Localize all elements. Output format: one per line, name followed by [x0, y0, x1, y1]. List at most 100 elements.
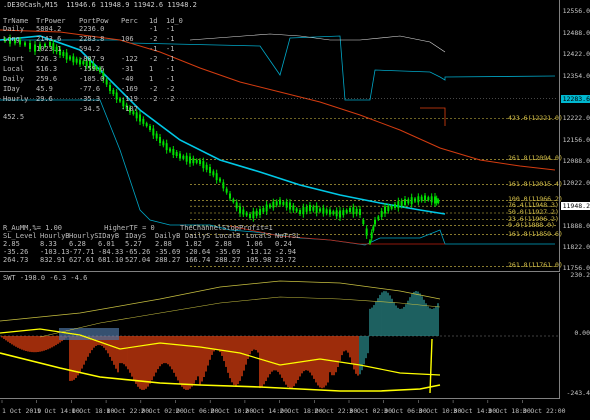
sub-axis: 230.2 0.00 -243.4 — [560, 271, 590, 399]
params-header: DailyB — [155, 232, 181, 240]
candle-body — [380, 211, 383, 217]
stats-cell: 726.3 — [36, 55, 58, 63]
params-cell: -65.26 — [125, 248, 151, 256]
candle-body — [352, 207, 355, 215]
sub-axis-label: 230.2 — [570, 271, 590, 279]
candle-body — [365, 228, 368, 236]
price-tick-label: 11888.0 — [562, 221, 590, 230]
candle-body — [394, 204, 396, 208]
params-cell: 166.74 — [185, 256, 211, 264]
params-cell: -2.94 — [275, 248, 297, 256]
candle-body — [209, 167, 211, 173]
params-cell: 105.98 — [246, 256, 272, 264]
candle-body — [414, 198, 416, 202]
params-cell: -77.71 — [69, 248, 95, 256]
candle-body — [195, 159, 198, 163]
candle-body — [242, 209, 245, 215]
params-cell: 2.85 — [3, 240, 20, 248]
candle-body — [165, 143, 168, 151]
candle-body — [142, 118, 145, 124]
candle-body — [262, 208, 265, 212]
fib-level-tag: 161.8(11859.6) — [508, 229, 563, 238]
candle-body — [152, 128, 155, 136]
stats-cell: Long — [3, 35, 20, 43]
candle-body — [289, 202, 291, 210]
candle-body — [135, 112, 138, 119]
params-cell: 5.27 — [125, 240, 142, 248]
stats-cell: 45.9 — [36, 85, 53, 93]
params-cell: 6.01 — [98, 240, 115, 248]
candle-body — [199, 160, 201, 164]
stats-cell: 2143.6 — [36, 35, 62, 43]
candle-body — [62, 52, 65, 56]
stats-cell: -77.6 — [79, 85, 101, 93]
candle-body — [342, 210, 345, 216]
candle-body — [75, 58, 78, 63]
col-header: TrPower — [36, 17, 66, 25]
price-tick-label: 12222.0 — [562, 114, 590, 123]
candle-body — [139, 114, 141, 122]
params-cell: 23.72 — [275, 256, 297, 264]
price-tick-label: 12354.0 — [562, 71, 590, 80]
candle-body — [319, 208, 321, 212]
candle-body — [185, 155, 188, 162]
stats-cell: 106 — [121, 35, 134, 43]
params-cell: -20.64 — [185, 248, 211, 256]
params-cell: 832.91 — [40, 256, 66, 264]
candle-body — [299, 210, 301, 214]
candle-body — [369, 240, 371, 244]
candle-body — [202, 161, 205, 169]
params-cell: -84.33 — [98, 248, 124, 256]
candle-body — [335, 210, 338, 217]
params-cell: 8.33 — [40, 240, 57, 248]
candle-body — [315, 205, 318, 213]
candle-body — [390, 205, 393, 209]
stats-cell: -40 — [121, 75, 134, 83]
params-header: LocalS — [246, 232, 272, 240]
price-tick-label: 11822.0 — [562, 242, 590, 251]
stats-cell: -2 — [149, 85, 158, 93]
sub-axis-label: -243.4 — [566, 389, 590, 397]
candle-body — [232, 199, 235, 203]
candle-body — [345, 209, 348, 213]
candle-body — [295, 208, 298, 212]
params-header: IDayS — [125, 232, 147, 240]
price-tick-label: 12556.0 — [562, 7, 590, 15]
candle-body — [417, 196, 420, 203]
time-label: 3 Oct 22:00 — [523, 407, 566, 415]
candle-body — [285, 201, 288, 208]
stats-cell: -2 — [149, 95, 158, 103]
stats-cell: 5804.2 — [36, 25, 62, 33]
stats-extra-value: 452.5 — [3, 113, 25, 121]
candle-body — [272, 201, 275, 208]
candle-body — [355, 208, 358, 214]
candle-body — [155, 133, 158, 139]
stats-cell: -1 — [166, 65, 175, 73]
params-header: IDayB — [98, 232, 120, 240]
candle-body — [115, 92, 118, 100]
params-cell: 1.82 — [185, 240, 202, 248]
col-header: TrName — [3, 17, 29, 25]
fib-level-tag: 161.8(12015.4) — [508, 179, 563, 188]
candle-body — [235, 202, 238, 209]
params-cell: 2.88 — [155, 240, 172, 248]
candle-body — [149, 126, 151, 130]
params-cell: 288.27 — [215, 256, 241, 264]
stats-cell: -2 — [166, 95, 175, 103]
stats-cell: -1 — [166, 25, 175, 33]
candle-body — [275, 201, 278, 206]
stats-cell: -35.3 — [79, 95, 101, 103]
params-cell: -35.26 — [3, 248, 29, 256]
candle-body — [105, 79, 108, 85]
swt-indicator-chart[interactable] — [0, 273, 560, 399]
stats-cell: -887.9 — [79, 55, 105, 63]
stats-cell: IDay — [3, 85, 20, 93]
candle-body — [229, 193, 231, 199]
col-header: 1d_0 — [166, 17, 183, 25]
candle-body — [215, 173, 218, 181]
stats-cell: 594.2 — [79, 45, 101, 53]
params-header: HourlyS — [69, 232, 99, 240]
candle-body — [112, 90, 115, 94]
candle-body — [269, 204, 271, 208]
stats-cell: 1023.1 — [36, 45, 62, 53]
